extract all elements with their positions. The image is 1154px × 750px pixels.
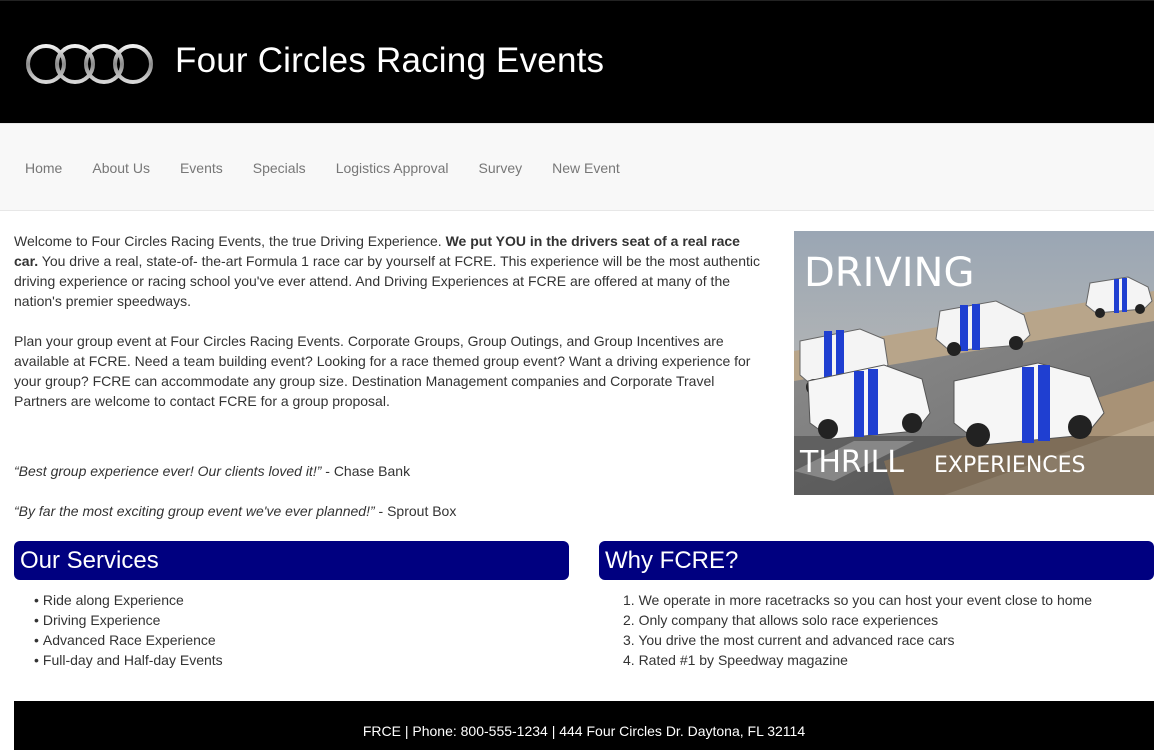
list-item: Advanced Race Experience: [34, 630, 223, 650]
intro-p1-start: Welcome to Four Circles Racing Events, t…: [14, 233, 446, 249]
nav-item-events[interactable]: Events: [165, 158, 238, 178]
nav-item-about-us[interactable]: About Us: [77, 158, 165, 178]
main-navigation: Home About Us Events Specials Logistics …: [0, 123, 1154, 211]
testimonial-source: - Sprout Box: [374, 503, 457, 519]
list-item: 4. Rated #1 by Speedway magazine: [623, 652, 848, 668]
testimonial-text: “Best group experience ever! Our clients…: [14, 463, 322, 479]
hero-bottom-small: EXPERIENCES: [934, 453, 1086, 478]
hero-image: DRIVING THRILL EXPERIENCES: [794, 231, 1154, 495]
intro-section: Welcome to Four Circles Racing Events, t…: [14, 231, 766, 431]
intro-paragraph-1: Welcome to Four Circles Racing Events, t…: [14, 231, 766, 311]
site-footer: FRCE | Phone: 800-555-1234 | 444 Four Ci…: [14, 701, 1154, 750]
why-heading: Why FCRE?: [599, 541, 1154, 580]
list-item: Driving Experience: [34, 610, 223, 630]
list-item: 2. Only company that allows solo race ex…: [623, 612, 939, 628]
testimonial-text: “By far the most exciting group event we…: [14, 503, 375, 519]
list-item: Full-day and Half-day Events: [34, 650, 223, 670]
testimonials: “Best group experience ever! Our clients…: [14, 461, 774, 541]
list-item: Ride along Experience: [34, 590, 223, 610]
hero-bottom-big: THRILL: [799, 445, 904, 480]
nav-item-logistics-approval[interactable]: Logistics Approval: [321, 158, 464, 178]
list-item: 3. You drive the most current and advanc…: [623, 632, 955, 648]
intro-paragraph-2: Plan your group event at Four Circles Ra…: [14, 333, 751, 409]
footer-contact: FRCE | Phone: 800-555-1234 | 444 Four Ci…: [362, 723, 806, 739]
services-list: Ride along Experience Driving Experience…: [34, 590, 223, 670]
testimonial: “By far the most exciting group event we…: [14, 501, 774, 521]
services-heading: Our Services: [14, 541, 569, 580]
list-item: 1. We operate in more racetracks so you …: [623, 592, 1092, 608]
nav-item-new-event[interactable]: New Event: [537, 158, 635, 178]
site-title[interactable]: Four Circles Racing Events: [175, 41, 604, 81]
testimonial: “Best group experience ever! Our clients…: [14, 461, 774, 481]
testimonial-source: - Chase Bank: [321, 463, 411, 479]
nav-item-home[interactable]: Home: [10, 158, 77, 178]
nav-item-survey[interactable]: Survey: [464, 158, 538, 178]
four-rings-logo[interactable]: [24, 41, 156, 87]
intro-p1-rest: You drive a real, state-of- the-art Form…: [14, 253, 760, 309]
driving-thrill-image: DRIVING THRILL EXPERIENCES: [794, 231, 1154, 495]
hero-top-text: DRIVING: [804, 250, 974, 296]
site-header: Four Circles Racing Events: [0, 0, 1154, 123]
nav-list: Home About Us Events Specials Logistics …: [10, 124, 635, 212]
why-list: 1. We operate in more racetracks so you …: [623, 590, 1092, 670]
nav-item-specials[interactable]: Specials: [238, 158, 321, 178]
